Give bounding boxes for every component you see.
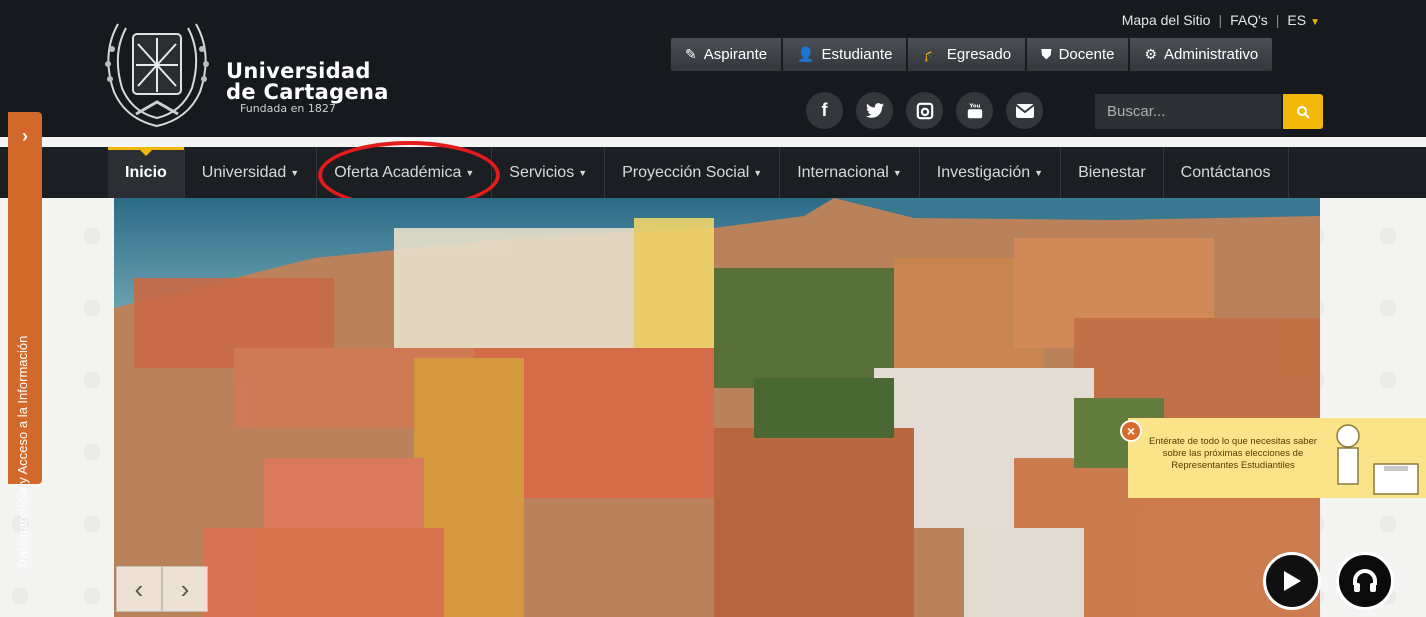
nav-item-internacional[interactable]: Internacional ▼ (780, 147, 920, 198)
nav-label: Contáctanos (1180, 163, 1271, 181)
facebook-icon[interactable]: f (806, 92, 843, 129)
social-links: f You (806, 92, 1043, 129)
chevron-left-icon: ‹ (134, 573, 144, 604)
chevron-right-icon: › (180, 573, 190, 604)
top-links: Mapa del Sitio | FAQ's | ES ▼ (1122, 12, 1320, 28)
graduation-cap-icon: 🎓 (922, 46, 940, 62)
role-buttons: ✎ Aspirante 👤 Estudiante 🎓 Egresado ⛊ Do… (670, 37, 1274, 72)
nav-item-inicio[interactable]: Inicio (108, 147, 185, 198)
nav-label: Bienestar (1078, 163, 1146, 181)
search-icon (1297, 105, 1310, 119)
estudiante-button[interactable]: 👤 Estudiante (782, 37, 908, 72)
caret-down-icon: ▼ (290, 167, 300, 178)
nav-item-investigacion[interactable]: Investigación ▼ (920, 147, 1062, 198)
nav-item-bienestar[interactable]: Bienestar (1061, 147, 1164, 198)
university-seal-logo[interactable] (96, 14, 218, 132)
instagram-icon[interactable] (906, 92, 943, 129)
play-button[interactable] (1263, 552, 1321, 610)
nav-label: Universidad (201, 163, 287, 181)
gear-icon: ⚙ (1144, 46, 1158, 62)
administrativo-button[interactable]: ⚙ Administrativo (1129, 37, 1274, 72)
headphones-icon (1353, 569, 1377, 592)
egresado-button[interactable]: 🎓 Egresado (907, 37, 1027, 72)
faq-link[interactable]: FAQ's (1230, 12, 1268, 28)
nav-label: Inicio (125, 163, 167, 181)
chevron-right-icon: › (22, 126, 28, 146)
nav-item-servicios[interactable]: Servicios ▼ (492, 147, 606, 198)
prev-slide-button[interactable]: ‹ (116, 566, 162, 612)
administrativo-label: Administrativo (1164, 46, 1259, 63)
nav-item-contactanos[interactable]: Contáctanos (1164, 147, 1289, 198)
youtube-icon[interactable]: You (956, 92, 993, 129)
caret-down-icon: ▼ (578, 167, 588, 178)
search-button[interactable] (1283, 94, 1323, 129)
transparency-side-tab[interactable]: › Transparencia y Acceso a la Informació… (8, 112, 42, 570)
aspirante-button[interactable]: ✎ Aspirante (670, 37, 783, 72)
hero-city-illustration (114, 198, 1320, 617)
close-icon[interactable]: × (1120, 420, 1142, 442)
aspirante-label: Aspirante (703, 46, 768, 63)
edit-icon: ✎ (685, 46, 697, 62)
nav-item-universidad[interactable]: Universidad ▼ (185, 147, 318, 198)
university-name[interactable]: Universidad de Cartagena Fundada en 1827 (226, 60, 389, 115)
play-icon (1284, 571, 1301, 591)
nav-label: Internacional (797, 163, 889, 181)
docente-button[interactable]: ⛊ Docente (1026, 37, 1130, 72)
caret-down-icon: ▼ (753, 167, 763, 178)
university-name-line1: Universidad (226, 59, 371, 83)
email-icon[interactable] (1006, 92, 1043, 129)
slider-arrows: ‹ › (116, 566, 208, 612)
next-slide-button[interactable]: › (162, 566, 208, 612)
divider: | (1218, 12, 1223, 28)
banner-text: Entérate de todo lo que necesitas saber … (1149, 436, 1317, 471)
main-nav: Inicio Universidad ▼ Oferta Académica ▼ Se… (108, 147, 1289, 198)
caret-down-icon: ▼ (1310, 17, 1320, 28)
search-input[interactable] (1095, 94, 1281, 129)
nav-label: Servicios (509, 163, 575, 181)
site-map-link[interactable]: Mapa del Sitio (1122, 12, 1211, 28)
svg-text:You: You (968, 103, 980, 109)
user-icon: 👤 (797, 46, 815, 62)
nav-label: Investigación (936, 163, 1031, 181)
side-tab-label: Transparencia y Acceso a la Información (15, 335, 30, 570)
twitter-icon[interactable] (856, 92, 893, 129)
shield-icon: ⛊ (1041, 46, 1052, 62)
nav-item-proyeccion-social[interactable]: Proyección Social ▼ (605, 147, 781, 198)
mascot-illustration (1336, 424, 1419, 495)
egresado-label: Egresado (946, 46, 1012, 63)
estudiante-label: Estudiante (821, 46, 893, 63)
audio-button[interactable] (1336, 552, 1394, 610)
nav-label: Proyección Social (622, 163, 750, 181)
language-label: ES (1287, 12, 1307, 28)
language-selector[interactable]: ES ▼ (1287, 12, 1320, 28)
caret-down-icon: ▼ (1034, 167, 1044, 178)
hero-image (114, 198, 1320, 617)
divider: | (1275, 12, 1280, 28)
caret-down-icon: ▼ (892, 167, 902, 178)
election-banner[interactable]: × Entérate de todo lo que necesitas sabe… (1120, 418, 1426, 498)
docente-label: Docente (1058, 46, 1115, 63)
university-name-line2: de Cartagena (226, 80, 389, 104)
